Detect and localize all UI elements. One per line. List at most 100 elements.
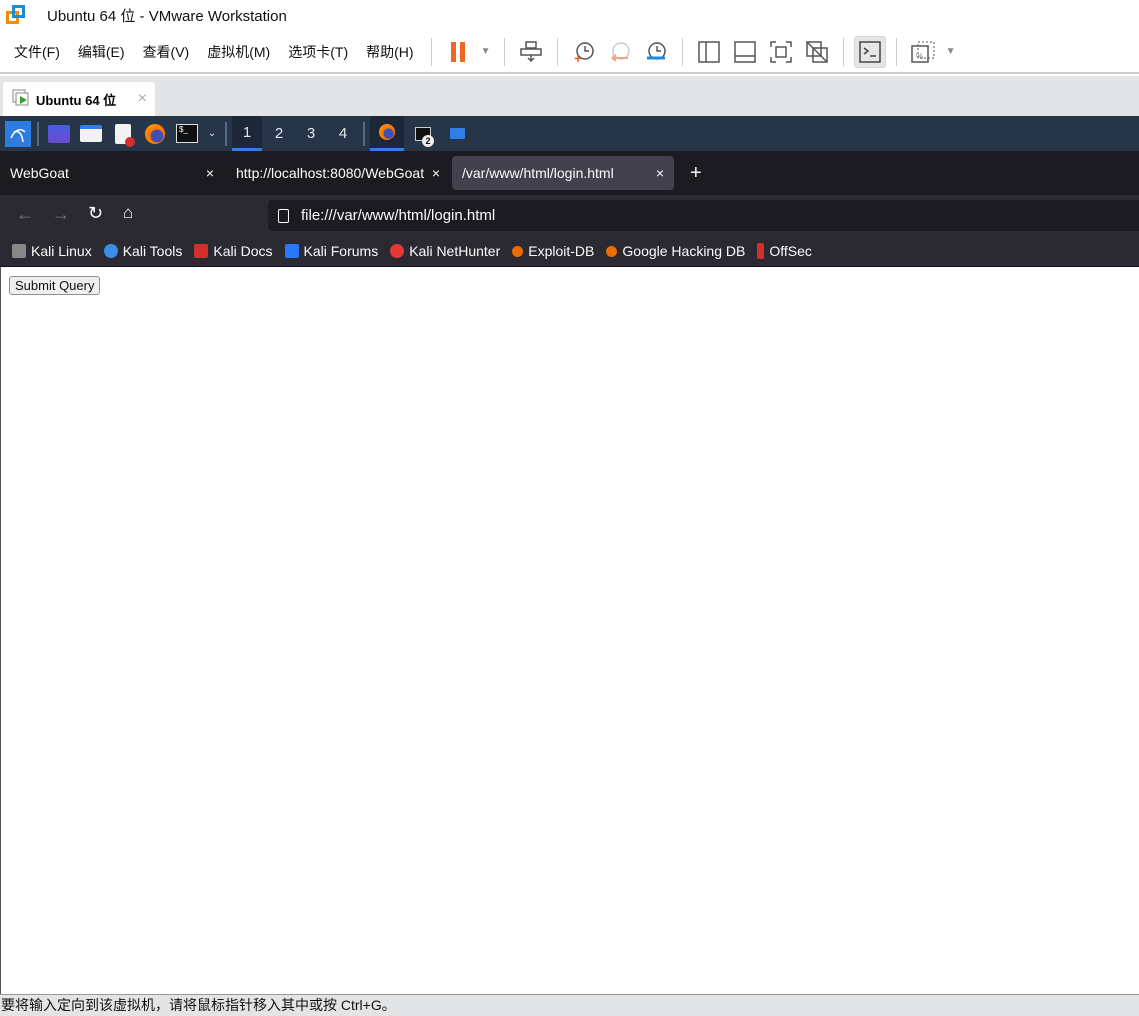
page-icon bbox=[278, 208, 289, 223]
close-tab-icon[interactable]: × bbox=[202, 165, 214, 181]
back-icon[interactable]: ← bbox=[16, 204, 34, 225]
bookmark-label: Kali Linux bbox=[31, 243, 92, 259]
bookmark-label: Kali Docs bbox=[213, 243, 273, 259]
snapshot-manager-icon[interactable] bbox=[640, 36, 672, 68]
vm-running-icon bbox=[12, 89, 30, 110]
full-screen-icon[interactable] bbox=[765, 36, 797, 68]
chevron-down-icon[interactable]: ▼ bbox=[943, 36, 959, 68]
bookmark-label: Exploit-DB bbox=[528, 243, 595, 259]
bookmark-label: Google Hacking DB bbox=[622, 243, 746, 259]
url-text: file:///var/www/html/login.html bbox=[301, 207, 496, 224]
workspace-3[interactable]: 3 bbox=[296, 116, 326, 151]
show-library-icon[interactable] bbox=[693, 36, 725, 68]
kali-menu-icon[interactable] bbox=[5, 120, 31, 147]
menu-toolbar: 文件(F) 编辑(E) 查看(V) 虚拟机(M) 选项卡(T) 帮助(H) ▼ … bbox=[0, 31, 1139, 74]
stretch-guest-icon[interactable]: % bbox=[907, 36, 939, 68]
bookmark-label: Kali NetHunter bbox=[409, 243, 501, 259]
bookmark-label: OffSec bbox=[769, 243, 812, 259]
workspace-1[interactable]: 1 bbox=[232, 116, 262, 151]
menu-view[interactable]: 查看(V) bbox=[134, 42, 199, 62]
tab-webgoat[interactable]: WebGoat × bbox=[0, 156, 224, 190]
divider bbox=[842, 37, 844, 66]
show-desktop-icon[interactable] bbox=[45, 119, 73, 149]
bookmark-exploit-db[interactable]: Exploit-DB bbox=[512, 243, 594, 259]
kali-dragon-icon bbox=[12, 244, 26, 258]
menu-file[interactable]: 文件(F) bbox=[0, 42, 69, 62]
bookmarks-toolbar: Kali Linux Kali Tools Kali Docs Kali For… bbox=[0, 236, 1139, 267]
send-ctrl-alt-del-icon[interactable] bbox=[515, 36, 547, 68]
divider bbox=[503, 37, 505, 66]
menu-help[interactable]: 帮助(H) bbox=[357, 42, 422, 62]
chevron-down-icon[interactable]: ⌄ bbox=[205, 119, 219, 149]
bookmark-offsec[interactable]: OffSec bbox=[757, 243, 812, 259]
console-view-icon[interactable] bbox=[853, 35, 886, 68]
close-icon[interactable]: × bbox=[138, 90, 147, 108]
file-manager-icon[interactable] bbox=[77, 119, 105, 149]
bookmark-kali-docs[interactable]: Kali Docs bbox=[194, 243, 273, 259]
nethunter-icon bbox=[390, 244, 405, 258]
divider bbox=[363, 121, 365, 146]
menu-vm[interactable]: 虚拟机(M) bbox=[198, 42, 279, 62]
close-tab-icon[interactable]: × bbox=[651, 165, 664, 181]
kali-tools-icon bbox=[103, 244, 118, 258]
chevron-down-icon[interactable]: ▼ bbox=[478, 36, 494, 68]
tab-localhost[interactable]: http://localhost:8080/WebGoat × bbox=[226, 156, 448, 190]
taskbar-firefox-icon[interactable] bbox=[370, 116, 404, 151]
menu-edit[interactable]: 编辑(E) bbox=[69, 42, 134, 62]
bookmark-label: Kali Forums bbox=[303, 243, 379, 259]
revert-snapshot-icon[interactable] bbox=[604, 36, 636, 68]
offsec-icon bbox=[757, 243, 765, 259]
title-bar: Ubuntu 64 位 - VMware Workstation bbox=[0, 0, 1139, 31]
forward-icon[interactable]: → bbox=[52, 204, 70, 225]
take-snapshot-icon[interactable] bbox=[568, 36, 600, 68]
divider bbox=[895, 37, 897, 66]
unity-mode-icon[interactable] bbox=[801, 36, 833, 68]
exploit-db-icon bbox=[512, 245, 524, 257]
taskbar-folder-icon[interactable] bbox=[442, 116, 472, 151]
tab-label: WebGoat bbox=[10, 165, 69, 181]
vm-tab-ubuntu[interactable]: Ubuntu 64 位 × bbox=[3, 82, 155, 116]
new-tab-button[interactable]: + bbox=[680, 156, 712, 190]
page-content: Submit Query bbox=[0, 267, 1139, 994]
kali-docs-icon bbox=[194, 244, 209, 258]
ghdb-icon bbox=[606, 245, 618, 257]
url-bar[interactable]: file:///var/www/html/login.html bbox=[268, 200, 1139, 231]
bookmark-kali-tools[interactable]: Kali Tools bbox=[103, 243, 183, 259]
navigation-bar: ← → ↻ ⌂ file:///var/www/html/login.html bbox=[0, 195, 1139, 236]
text-editor-icon[interactable] bbox=[109, 119, 137, 149]
close-tab-icon[interactable]: × bbox=[427, 165, 440, 181]
divider bbox=[37, 121, 39, 146]
tab-login-html-active[interactable]: /var/www/html/login.html × bbox=[452, 156, 674, 190]
tab-label: /var/www/html/login.html bbox=[462, 165, 614, 181]
status-bar: 要将输入定向到该虚拟机，请将鼠标指针移入其中或按 Ctrl+G。 bbox=[0, 994, 1139, 1016]
bookmark-kali-forums[interactable]: Kali Forums bbox=[284, 243, 379, 259]
divider bbox=[430, 37, 432, 66]
browser-tab-bar: WebGoat × http://localhost:8080/WebGoat × … bbox=[0, 151, 1139, 195]
firefox-icon[interactable] bbox=[141, 119, 169, 149]
vm-tab-strip: Ubuntu 64 位 × bbox=[0, 76, 1139, 116]
bookmark-kali-linux[interactable]: Kali Linux bbox=[12, 243, 92, 259]
kali-panel: $_ ⌄ 1 2 3 4 2 bbox=[0, 116, 1139, 151]
pause-icon[interactable] bbox=[442, 36, 474, 68]
divider bbox=[556, 37, 558, 66]
svg-text:%: % bbox=[916, 52, 923, 61]
terminal-count-badge: 2 bbox=[422, 135, 434, 147]
home-icon[interactable]: ⌂ bbox=[123, 203, 133, 223]
thumbnail-bar-icon[interactable] bbox=[729, 36, 761, 68]
vm-tab-label: Ubuntu 64 位 bbox=[36, 92, 117, 108]
reload-icon[interactable]: ↻ bbox=[88, 203, 103, 224]
bookmark-label: Kali Tools bbox=[122, 243, 183, 259]
bookmark-google-hacking-db[interactable]: Google Hacking DB bbox=[606, 243, 745, 259]
tab-label: http://localhost:8080/WebGoat bbox=[236, 165, 425, 181]
window-title: Ubuntu 64 位 - VMware Workstation bbox=[47, 8, 287, 25]
menu-tabs[interactable]: 选项卡(T) bbox=[279, 42, 357, 62]
workspace-2[interactable]: 2 bbox=[264, 116, 294, 151]
vmware-logo-icon bbox=[6, 4, 28, 27]
divider bbox=[225, 121, 227, 146]
workspace-4[interactable]: 4 bbox=[328, 116, 358, 151]
terminal-icon[interactable]: $_ bbox=[173, 119, 201, 149]
kali-forums-icon bbox=[284, 244, 299, 258]
taskbar-terminal-icon[interactable]: 2 bbox=[406, 116, 440, 151]
bookmark-kali-nethunter[interactable]: Kali NetHunter bbox=[390, 243, 500, 259]
submit-query-button[interactable]: Submit Query bbox=[9, 276, 101, 295]
